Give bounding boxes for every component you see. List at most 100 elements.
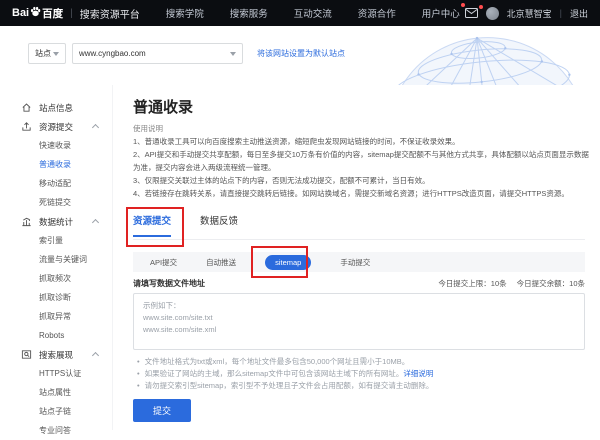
sidebar-item-site-info[interactable]: 站点信息 (0, 98, 112, 117)
sidebar-item-label: 搜索展现 (39, 349, 73, 361)
sidebar-item-normal-inclusion[interactable]: 普通收录 (0, 155, 112, 174)
platform-title: 搜索资源平台 (80, 6, 140, 21)
sidebar-item-data-statistics[interactable]: 数据统计 (0, 212, 112, 231)
notification-dot (461, 3, 465, 7)
sidebar-item-label: 快速收录 (39, 140, 71, 151)
sidebar-item-label: 索引量 (39, 235, 63, 246)
sidebar-item-label: 站点属性 (39, 387, 71, 398)
baidu-logo[interactable]: Bai 百度 | 搜索资源平台 (12, 6, 140, 21)
logout-link[interactable]: 退出 (570, 7, 588, 20)
sidebar-item-traffic-keywords[interactable]: 流量与关键词 (0, 250, 112, 269)
set-default-site-link[interactable]: 将该网站设置为默认站点 (257, 48, 345, 59)
usage-instructions: 1、普通收录工具可以向百度搜索主动推送资源，缩短爬虫发现网站链接的时间，不保证收… (133, 135, 590, 200)
user-divider: | (560, 8, 562, 18)
note-text: 请勿提交索引型sitemap，索引型不予处理且子文件会占用配额，如有提交请主动删… (145, 381, 434, 390)
note-line: 如果验证了网站的主域，那么sitemap文件中可包含该网站主域下的所有网址。详细… (137, 368, 585, 380)
sidebar-item-label: 死链提交 (39, 197, 71, 208)
submit-method-subtabs: API提交 自动推送 sitemap 手动提交 (133, 252, 585, 272)
logo-text-du: 百度 (42, 6, 63, 21)
sidebar-item-label: 普通收录 (39, 159, 71, 170)
instruction-line: 4、若链接存在跳转关系，请直接提交跳转后链接。如网站换域名，需提交新域名资源；进… (133, 187, 590, 200)
stats-icon (21, 216, 32, 227)
sidebar-item-label: Robots (39, 331, 64, 340)
sidebar-item-site-attributes[interactable]: 站点属性 (0, 383, 112, 402)
sidebar: 站点信息 资源提交 快速收录 普通收录 移动适配 死链提交 数据统计 索引量 流… (0, 85, 113, 430)
sidebar-item-crawl-diagnosis[interactable]: 抓取诊断 (0, 288, 112, 307)
data-file-url-label: 请填写数据文件地址 (133, 278, 205, 289)
note-line: 请勿提交索引型sitemap，索引型不予处理且子文件会占用配额，如有提交请主动删… (137, 380, 585, 392)
baidu-paw-icon (30, 6, 41, 17)
sidebar-item-label: 数据统计 (39, 216, 73, 228)
sidebar-item-professional-qa[interactable]: 专业问答 (0, 421, 112, 440)
site-selector-bar: 站点 www.cyngbao.com 将该网站设置为默认站点 (0, 26, 600, 85)
tab-resource-submit[interactable]: 资源提交 (133, 213, 171, 237)
mail-icon (465, 8, 478, 18)
subtab-sitemap[interactable]: sitemap (265, 255, 311, 270)
tabs-divider (133, 239, 585, 240)
mail-button[interactable] (465, 8, 478, 18)
navbar-right: 北京慧智宝 | 退出 (465, 7, 588, 20)
quota-limit: 今日提交上限：10条 (438, 278, 506, 289)
sidebar-item-search-display[interactable]: 搜索展现 (0, 345, 112, 364)
main-content: 普通收录 使用说明 1、普通收录工具可以向百度搜索主动推送资源，缩短爬虫发现网站… (113, 85, 600, 430)
form-header-row: 请填写数据文件地址 今日提交上限：10条 今日提交余额：10条 (133, 278, 585, 289)
instruction-line: 1、普通收录工具可以向百度搜索主动推送资源，缩短爬虫发现网站链接的时间，不保证收… (133, 135, 590, 148)
globe-decoration (355, 26, 600, 85)
instruction-line: 3、仅限提交关联过主体的站点下的内容，否则无法成功提交，配额不可累计，当日有效。 (133, 174, 590, 187)
site-domain-select[interactable]: www.cyngbao.com (72, 43, 243, 64)
sidebar-item-https-cert[interactable]: HTTPS认证 (0, 364, 112, 383)
data-file-url-field-wrap: 示例如下： www.site.com/site.txt www.site.com… (133, 293, 585, 350)
data-file-url-textarea[interactable] (133, 293, 585, 350)
sidebar-item-dead-link-submit[interactable]: 死链提交 (0, 193, 112, 212)
nav-item-user-center[interactable]: 用户中心 (422, 6, 460, 20)
sidebar-item-fast-inclusion[interactable]: 快速收录 (0, 136, 112, 155)
sidebar-item-crawl-exception[interactable]: 抓取异常 (0, 307, 112, 326)
home-icon (21, 102, 32, 113)
tab-data-feedback[interactable]: 数据反馈 (200, 213, 238, 237)
avatar[interactable] (486, 7, 499, 20)
nav-item-interaction[interactable]: 互动交流 (294, 6, 332, 20)
chevron-up-icon (92, 352, 99, 359)
sidebar-item-label: 移动适配 (39, 178, 71, 189)
note-line: 文件地址格式为txt或xml，每个地址文件最多包含50,000个网址且需小于10… (137, 356, 585, 368)
sidebar-item-crawl-frequency[interactable]: 抓取频次 (0, 269, 112, 288)
nav-item-search-service[interactable]: 搜索服务 (230, 6, 268, 20)
submit-button[interactable]: 提交 (133, 399, 191, 422)
sidebar-item-resource-submit[interactable]: 资源提交 (0, 117, 112, 136)
site-type-select[interactable]: 站点 (28, 43, 66, 64)
sidebar-item-label: 抓取频次 (39, 273, 71, 284)
site-domain-value: www.cyngbao.com (79, 49, 146, 58)
sidebar-item-label: 流量与关键词 (39, 254, 87, 265)
caret-down-icon (230, 52, 236, 56)
sidebar-item-label: 站点子链 (39, 406, 71, 417)
username[interactable]: 北京慧智宝 (507, 7, 552, 20)
caret-down-icon (53, 52, 59, 56)
note-text: 如果验证了网站的主域，那么sitemap文件中可包含该网站主域下的所有网址。 (145, 369, 404, 378)
sidebar-item-label: 专业问答 (39, 425, 71, 436)
sidebar-item-label: 资源提交 (39, 121, 73, 133)
sidebar-item-mobile-adaptation[interactable]: 移动适配 (0, 174, 112, 193)
chevron-up-icon (92, 219, 99, 226)
nav-item-user-center-label: 用户中心 (422, 9, 460, 20)
page-title: 普通收录 (133, 96, 193, 117)
sidebar-item-site-sublinks[interactable]: 站点子链 (0, 402, 112, 421)
detail-description-link[interactable]: 详细说明 (403, 369, 433, 378)
subtab-api-submit[interactable]: API提交 (150, 257, 177, 268)
sidebar-item-label: HTTPS认证 (39, 368, 81, 379)
sidebar-item-label: 抓取异常 (39, 311, 71, 322)
main-tabs: 资源提交 数据反馈 (133, 213, 238, 237)
quota-info: 今日提交上限：10条 今日提交余额：10条 (438, 278, 585, 289)
logo-text-bai: Bai (12, 7, 29, 19)
chevron-up-icon (92, 124, 99, 131)
sidebar-item-robots[interactable]: Robots (0, 326, 112, 345)
subtab-manual-submit[interactable]: 手动提交 (340, 257, 370, 268)
nav-item-search-academy[interactable]: 搜索学院 (166, 6, 204, 20)
site-type-label: 站点 (35, 48, 51, 59)
sidebar-item-index-volume[interactable]: 索引量 (0, 231, 112, 250)
quota-remaining: 今日提交余额：10条 (517, 278, 585, 289)
top-navbar: Bai 百度 | 搜索资源平台 搜索学院 搜索服务 互动交流 资源合作 用户中心… (0, 0, 600, 26)
sidebar-item-label: 站点信息 (39, 102, 73, 114)
usage-instructions-title: 使用说明 (133, 123, 163, 134)
subtab-auto-push[interactable]: 自动推送 (206, 257, 236, 268)
nav-item-resource-coop[interactable]: 资源合作 (358, 6, 396, 20)
